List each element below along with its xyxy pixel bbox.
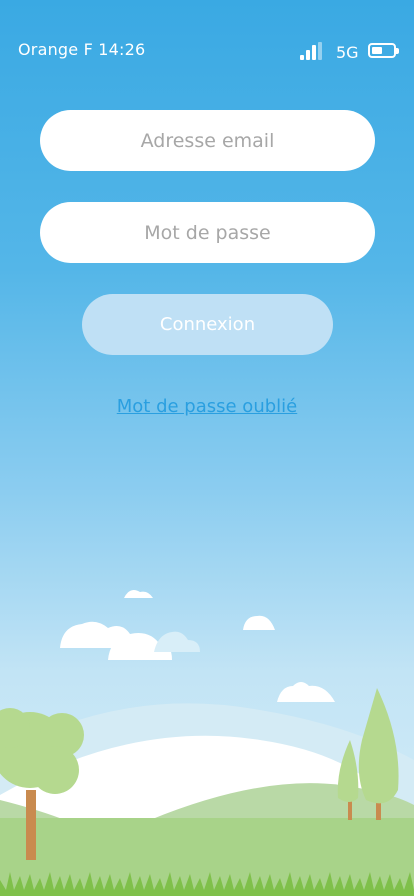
landscape-illustration xyxy=(0,590,414,896)
network-type: 5G xyxy=(336,43,359,62)
signal-bars-icon xyxy=(300,42,322,60)
password-field[interactable] xyxy=(40,202,375,263)
login-button[interactable]: Connexion xyxy=(82,294,333,355)
battery-icon xyxy=(368,43,399,58)
cypress-tree-large xyxy=(358,688,399,804)
tree-foliage xyxy=(31,746,79,794)
forgot-password-link[interactable]: Mot de passe oublié xyxy=(0,396,414,417)
cloud xyxy=(124,590,153,598)
tree-trunk xyxy=(26,790,36,860)
cloud xyxy=(243,615,275,630)
email-field[interactable] xyxy=(40,110,375,171)
left-tree-canopy xyxy=(0,708,84,794)
clouds xyxy=(60,590,335,702)
carrier-time: Orange F 14:26 xyxy=(18,40,146,59)
status-bar: Orange F 14:26 5G xyxy=(0,0,414,100)
cloud xyxy=(277,682,335,702)
battery-level xyxy=(372,47,382,54)
cloud xyxy=(154,631,200,652)
